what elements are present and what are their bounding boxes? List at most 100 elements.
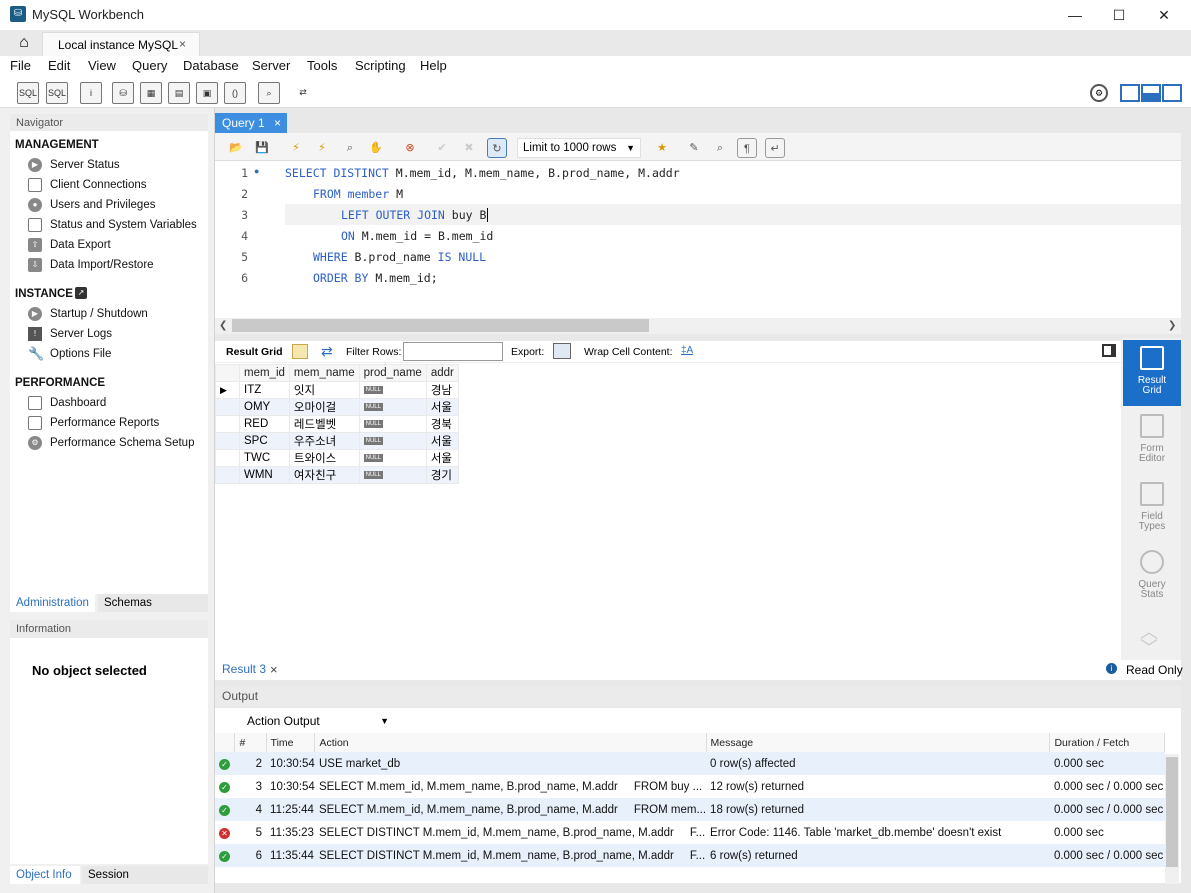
stop-icon[interactable]: ✋ [366, 138, 386, 158]
table-row[interactable]: ✕ 5 11:35:23 SELECT DISTINCT M.mem_id, M… [215, 821, 1165, 844]
cell-prod-name[interactable]: NULL [358, 381, 427, 399]
home-icon[interactable]: ⌂ [12, 34, 36, 54]
table-row[interactable]: SPC 우주소녀 NULL 서울 [215, 432, 459, 450]
beautify-icon[interactable]: ✎ [684, 138, 704, 158]
tab-query-1[interactable]: Query 1 × [215, 113, 287, 133]
menu-help[interactable]: Help [420, 58, 447, 73]
cell-mem-name[interactable]: 우주소녀 [288, 432, 360, 450]
scroll-chevrons-icon[interactable]: ︿ ﹀ [1140, 623, 1158, 657]
cell-prod-name[interactable]: NULL [358, 415, 427, 433]
autocommit-icon[interactable]: ↻ [487, 138, 507, 158]
tab-result-3[interactable]: Result 3 [222, 662, 266, 676]
table-row[interactable]: RED 레드벨벳 NULL 경북 [215, 415, 459, 433]
column-header[interactable]: Action [314, 733, 707, 752]
invisible-chars-icon[interactable]: ¶ [737, 138, 757, 158]
maximize-button[interactable]: ☐ [1096, 0, 1142, 30]
reconnect-icon[interactable]: ⇄ [292, 82, 314, 104]
create-function-icon[interactable]: () [224, 82, 246, 104]
open-sql-script-icon[interactable]: SQL [46, 82, 68, 104]
side-form-editor-button[interactable]: Form Editor [1123, 408, 1181, 474]
nav-startup-shutdown[interactable]: Startup / Shutdown [50, 308, 148, 320]
cell-mem-name[interactable]: 여자친구 [288, 466, 360, 484]
menu-tools[interactable]: Tools [307, 58, 337, 73]
menu-database[interactable]: Database [183, 58, 239, 73]
nav-client-connections[interactable]: Client Connections [50, 179, 147, 191]
table-row[interactable]: ✓ 6 11:35:44 SELECT DISTINCT M.mem_id, M… [215, 844, 1165, 867]
menu-scripting[interactable]: Scripting [355, 58, 406, 73]
menu-file[interactable]: File [10, 58, 31, 73]
column-header[interactable]: mem_name [288, 364, 360, 382]
execute-lightning-icon[interactable]: ⚡ [286, 138, 306, 158]
side-result-grid-button[interactable]: Result Grid [1123, 340, 1181, 406]
cell-mem-name[interactable]: 잇지 [288, 381, 360, 399]
nav-options-file[interactable]: Options File [50, 348, 111, 360]
cell-mem-name[interactable]: 레드벨벳 [288, 415, 360, 433]
menu-view[interactable]: View [88, 58, 116, 73]
cell-mem-name[interactable]: 트와이스 [288, 449, 360, 467]
column-header[interactable]: Duration / Fetch [1049, 733, 1165, 752]
connection-tab[interactable]: Local instance MySQL × [42, 32, 200, 56]
column-header[interactable]: addr [425, 364, 459, 382]
create-view-icon[interactable]: ▤ [168, 82, 190, 104]
column-header[interactable]: # [234, 733, 267, 752]
toggle-sidebar-icon[interactable] [1120, 84, 1140, 102]
table-row[interactable]: ✓ 2 10:30:54 USE market_db 0 row(s) affe… [215, 752, 1165, 775]
search-table-data-icon[interactable]: ⌕ [258, 82, 280, 104]
nav-data-import[interactable]: Data Import/Restore [50, 259, 154, 271]
nav-status-variables[interactable]: Status and System Variables [50, 219, 197, 231]
refresh-icon[interactable]: ⇄ [321, 343, 333, 360]
chevron-right-icon[interactable]: ❯ [1168, 320, 1176, 331]
scrollbar-thumb[interactable] [232, 319, 649, 332]
nav-users-privileges[interactable]: Users and Privileges [50, 199, 155, 211]
limit-rows-select[interactable]: Limit to 1000 rows ▼ [517, 138, 641, 158]
nav-performance-reports[interactable]: Performance Reports [50, 417, 159, 429]
new-sql-tab-icon[interactable]: SQL [17, 82, 39, 104]
tab-administration[interactable]: Administration [10, 594, 95, 612]
nav-dashboard[interactable]: Dashboard [50, 397, 106, 409]
close-icon[interactable]: × [270, 662, 278, 677]
table-row[interactable]: TWC 트와이스 NULL 서울 [215, 449, 459, 467]
export-icon[interactable] [553, 343, 571, 359]
find-icon[interactable]: ⌕ [710, 138, 730, 158]
save-icon[interactable]: 💾 [252, 138, 272, 158]
cell-mem-id[interactable]: SPC [239, 432, 290, 450]
menu-server[interactable]: Server [252, 58, 290, 73]
cell-addr[interactable]: 경북 [425, 415, 459, 433]
minimize-button[interactable]: — [1052, 0, 1098, 30]
side-query-stats-button[interactable]: Query Stats [1123, 544, 1181, 610]
cell-mem-name[interactable]: 오마이걸 [288, 398, 360, 416]
cell-mem-id[interactable]: WMN [239, 466, 290, 484]
table-row[interactable]: ✓ 4 11:25:44 SELECT M.mem_id, M.mem_name… [215, 798, 1165, 821]
gear-icon[interactable]: ⚙ [1090, 84, 1108, 102]
tab-schemas[interactable]: Schemas [98, 594, 208, 612]
table-row[interactable]: OMY 오마이걸 NULL 서울 [215, 398, 459, 416]
create-procedure-icon[interactable]: ▣ [196, 82, 218, 104]
filter-rows-input[interactable] [403, 342, 503, 361]
side-field-types-button[interactable]: Field Types [1123, 476, 1181, 542]
table-row[interactable]: WMN 여자친구 NULL 경기 [215, 466, 459, 484]
column-header[interactable]: prod_name [358, 364, 427, 382]
cell-prod-name[interactable]: NULL [358, 432, 427, 450]
cell-addr[interactable]: 서울 [425, 398, 459, 416]
close-window-button[interactable]: ✕ [1141, 0, 1187, 30]
close-icon[interactable]: × [274, 113, 281, 133]
tab-session[interactable]: Session [82, 866, 208, 884]
cell-addr[interactable]: 경기 [425, 466, 459, 484]
table-row[interactable]: ▶ ITZ 잇지 NULL 경남 [215, 381, 459, 399]
column-header[interactable]: mem_id [239, 364, 290, 382]
cell-prod-name[interactable]: NULL [358, 466, 427, 484]
explain-icon[interactable]: ⌕ [340, 138, 360, 158]
rollback-icon[interactable]: ✖ [459, 138, 479, 158]
cell-prod-name[interactable]: NULL [358, 398, 427, 416]
menu-query[interactable]: Query [132, 58, 167, 73]
toggle-secondary-sidebar-icon[interactable] [1162, 84, 1182, 102]
execute-current-icon[interactable]: ⚡ [312, 138, 332, 158]
create-table-icon[interactable]: ▦ [140, 82, 162, 104]
cell-mem-id[interactable]: OMY [239, 398, 290, 416]
nav-performance-schema-setup[interactable]: Performance Schema Setup [50, 437, 194, 449]
nav-server-status[interactable]: Server Status [50, 159, 120, 171]
close-icon[interactable]: × [179, 37, 186, 51]
cell-addr[interactable]: 서울 [425, 432, 459, 450]
open-folder-icon[interactable]: 📂 [226, 138, 246, 158]
toggle-output-icon[interactable] [1141, 84, 1161, 102]
